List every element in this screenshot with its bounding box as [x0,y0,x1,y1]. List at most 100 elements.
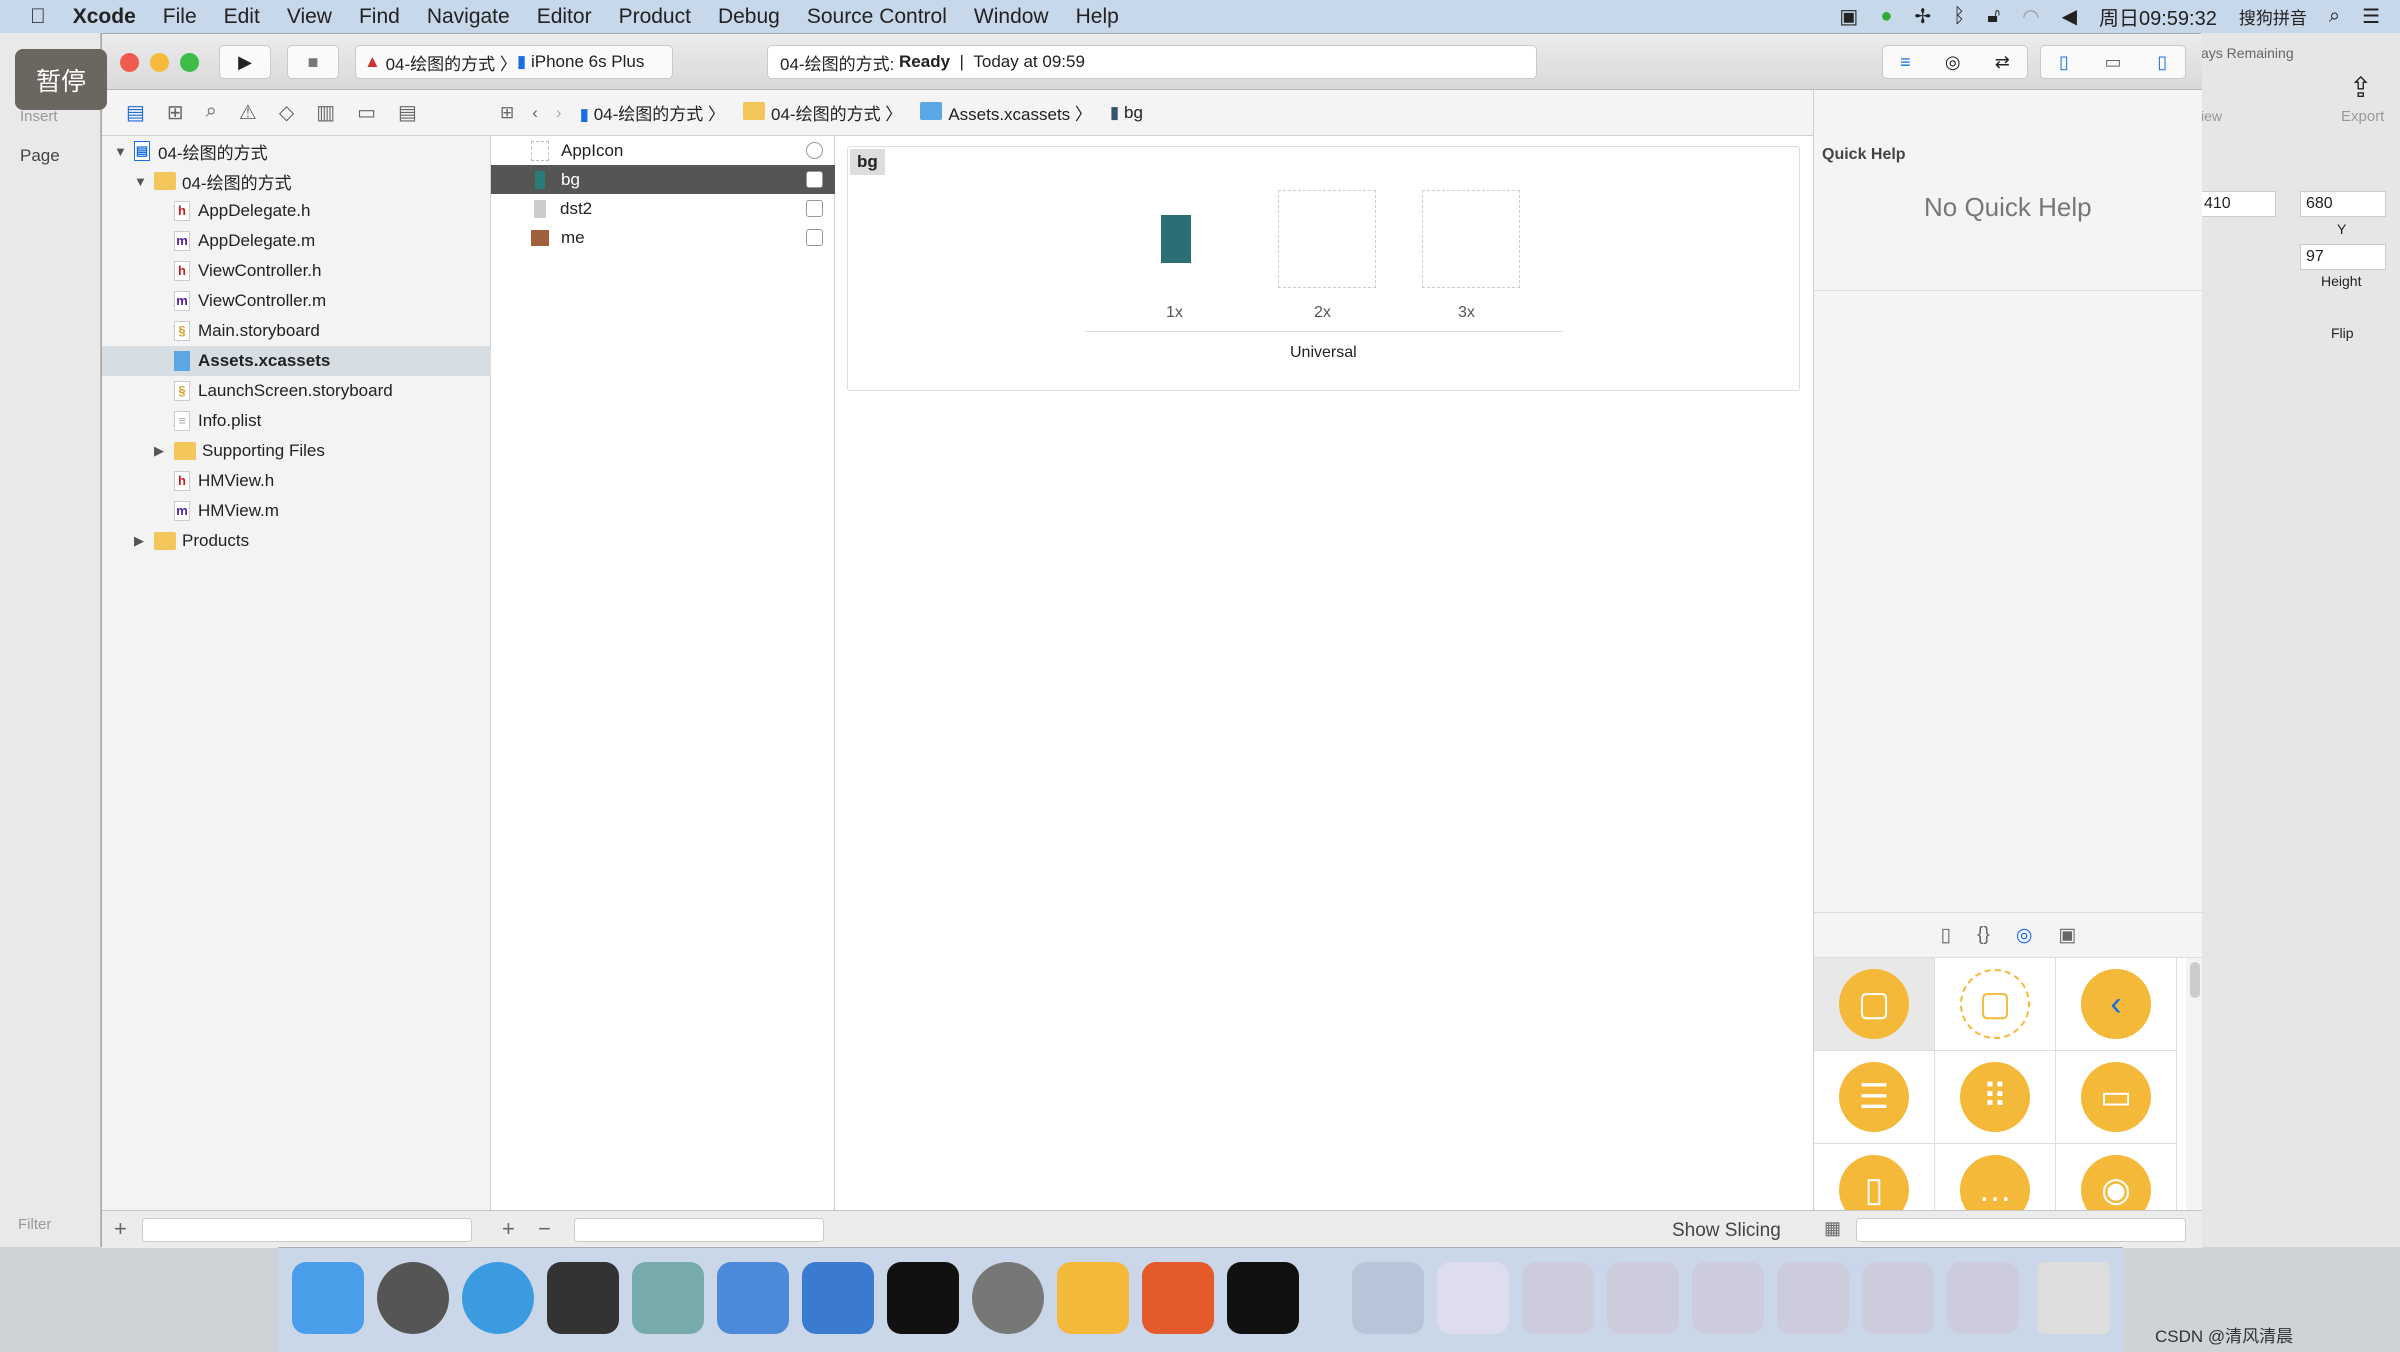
forward-icon[interactable]: › [556,103,562,123]
nav-item-folder[interactable]: ▼ 04-绘图的方式 [102,166,491,196]
library-item-view-controller[interactable]: ▢ [1814,958,1935,1051]
assistant-editor-icon[interactable]: ◎ [1945,52,1961,73]
add-file-button[interactable]: + [114,1216,127,1242]
menu-product[interactable]: Product [619,5,691,29]
wifi-icon[interactable]: ◠ [2022,4,2039,29]
jump-folder[interactable]: 04-绘图的方式 〉 [743,100,902,125]
mouse-app-icon[interactable] [547,1262,619,1334]
image-set-name[interactable]: bg [850,149,885,175]
image-slot-3x[interactable] [1422,190,1520,288]
image-slot-2x[interactable] [1278,190,1376,288]
safari-icon[interactable] [462,1262,534,1334]
quicktime-icon[interactable] [1352,1262,1424,1334]
terminal-icon[interactable] [887,1262,959,1334]
file-template-icon[interactable]: ▯ [1941,924,1951,947]
sketch-icon[interactable] [1057,1262,1129,1334]
grid-view-icon[interactable]: ▦ [1824,1218,1841,1239]
xcode-icon[interactable] [717,1262,789,1334]
nav-item-file[interactable]: h AppDelegate.h [102,196,491,226]
player-icon[interactable]: ● [1880,5,1892,28]
spotlight-icon[interactable]: ⌕ [2329,5,2340,28]
library-item-collection-view-controller[interactable]: ⠿ [1935,1051,2056,1144]
asset-item-selected[interactable]: bg [491,165,835,194]
finder-icon[interactable] [292,1262,364,1334]
notification-center-icon[interactable]: ☰ [2362,4,2380,29]
nav-item-file[interactable]: h HMView.h [102,466,491,496]
test-navigator-icon[interactable]: ◇ [279,100,294,125]
export-icon[interactable]: ⇪ [2349,71,2372,104]
symbol-navigator-icon[interactable]: ⊞ [167,100,184,125]
menu-view[interactable]: View [287,5,332,29]
input-method[interactable]: 搜狗拼音 [2239,4,2307,29]
launchpad-icon[interactable] [377,1262,449,1334]
zoom-button[interactable] [180,53,199,72]
menu-source-control[interactable]: Source Control [807,5,947,29]
height-field[interactable]: 97 [2300,244,2386,270]
utilities-toggle-icon[interactable]: ▯ [2157,52,2167,73]
library-item-navigation-controller[interactable]: ‹ [2056,958,2177,1051]
jump-project[interactable]: ▮ 04-绘图的方式 〉 [580,100,725,125]
x-field[interactable]: 410 [2201,191,2276,217]
screenshot-icon[interactable] [1777,1262,1849,1334]
lock-icon[interactable]: 🔓︎ [1987,5,2000,28]
minimize-button[interactable] [150,53,169,72]
library-scrollbar[interactable] [2190,962,2200,998]
find-navigator-icon[interactable]: ⌕ [206,100,217,125]
navigator-toggle-icon[interactable]: ▯ [2059,52,2069,73]
add-asset-button[interactable]: + [502,1216,515,1242]
menu-editor[interactable]: Editor [537,5,592,29]
jump-bg[interactable]: ▮ bg [1110,103,1143,123]
related-items-icon[interactable]: ⊞ [500,103,514,123]
menu-find[interactable]: Find [359,5,400,29]
debug-area-toggle-icon[interactable]: ▭ [2104,52,2121,73]
media-library-icon[interactable]: ▣ [2058,924,2076,947]
nav-item-file[interactable]: § LaunchScreen.storyboard [102,376,491,406]
menu-file[interactable]: File [163,5,197,29]
nav-item-file[interactable]: ≡ Info.plist [102,406,491,436]
apple-icon[interactable]:  [30,5,46,29]
screenshot-icon[interactable] [1692,1262,1764,1334]
xcode-beta-icon[interactable] [802,1262,874,1334]
run-button[interactable]: ▶ [219,45,271,79]
library-item-storyboard-reference[interactable]: ▢ [1935,958,2056,1051]
volume-icon[interactable]: ◀ [2062,4,2077,29]
project-navigator-icon[interactable]: ▤ [126,100,145,125]
screenshot-icon[interactable] [1947,1262,2019,1334]
menu-navigate[interactable]: Navigate [427,5,510,29]
menu-window[interactable]: Window [974,5,1049,29]
menu-edit[interactable]: Edit [224,5,260,29]
y-field[interactable]: 680 [2300,191,2386,217]
stop-button[interactable]: ■ [287,45,339,79]
nav-item-file-selected[interactable]: Assets.xcassets [102,346,491,376]
keynote-icon[interactable] [632,1262,704,1334]
screen-record-icon[interactable]: ▣ [1839,4,1858,29]
trash-icon[interactable] [2038,1262,2110,1334]
library-item-table-view-controller[interactable]: ☰ [1814,1051,1935,1144]
nav-item-file[interactable]: § Main.storyboard [102,316,491,346]
menu-app[interactable]: Xcode [73,5,136,29]
nav-item-file[interactable]: m AppDelegate.m [102,226,491,256]
code-snippet-icon[interactable]: {} [1977,924,1990,946]
menu-help[interactable]: Help [1076,5,1119,29]
clock[interactable]: 周日09:59:32 [2099,2,2217,31]
screenshot-icon[interactable] [1522,1262,1594,1334]
nav-item-file[interactable]: h ViewController.h [102,256,491,286]
back-icon[interactable]: ‹ [532,103,538,123]
version-editor-icon[interactable]: ⇄ [1995,52,2010,73]
remove-asset-button[interactable]: − [538,1216,551,1242]
document-icon[interactable] [1437,1262,1509,1334]
export-label[interactable]: Export [2341,108,2384,125]
navigator-filter-field[interactable] [142,1218,472,1242]
report-navigator-icon[interactable]: ▤ [398,100,417,125]
exec-icon[interactable] [1227,1262,1299,1334]
system-preferences-icon[interactable] [972,1262,1044,1334]
issue-navigator-icon[interactable]: ⚠ [239,100,257,125]
pause-overlay[interactable]: 暂停 [15,49,107,110]
nav-item-folder[interactable]: ▶ Products [102,526,491,556]
bluetooth-icon[interactable]: ᛒ [1953,5,1965,28]
show-slicing-button[interactable]: Show Slicing [1672,1220,1781,1242]
object-library-icon[interactable]: ◎ [2016,924,2033,947]
image-slot-1x-filled[interactable] [1161,215,1191,263]
asset-item[interactable]: AppIcon [491,136,835,165]
library-item-tab-bar-controller[interactable]: ▭ [2056,1051,2177,1144]
